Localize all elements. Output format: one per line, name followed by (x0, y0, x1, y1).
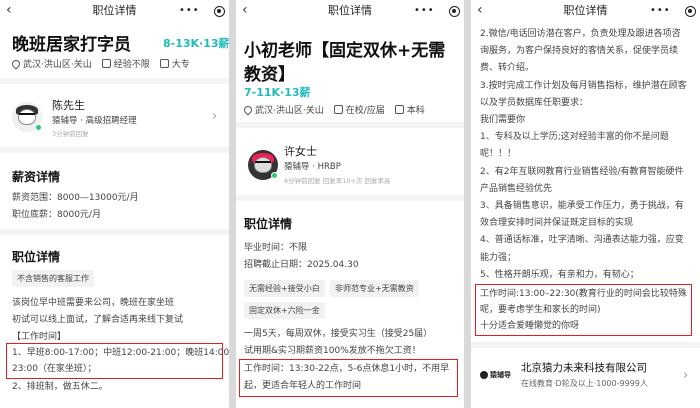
divider (0, 78, 229, 84)
nav-bar: ‹ 职位详情 ••• (0, 0, 229, 22)
salary-range-row: 薪资范围：8000—13000元/月 (12, 190, 139, 203)
desc-line: 费、转介绍。 (480, 63, 535, 74)
company-logo[interactable]: 猿辅导 (480, 369, 516, 381)
desc-line: 1、专科及以上学历;这对经验丰富的你不是问题 (480, 132, 669, 143)
salary-range-value: 8000—13000元/月 (57, 193, 139, 203)
desc-line: 能力强； (480, 252, 517, 263)
online-indicator (271, 172, 278, 179)
job-title: 晚班居家打字员 (12, 35, 131, 55)
deadline-label: 招聘截止日期： (244, 260, 308, 270)
nav-bar: ‹ 职位详情 ••• (236, 0, 464, 22)
experience-text: 在校/应届 (345, 106, 385, 116)
recruiter-name: 陈先生 (52, 99, 85, 112)
divider (0, 147, 229, 153)
recruiter-status: 3分钟前回复 (52, 130, 89, 138)
base-salary-label: 职位底薪： (12, 210, 58, 220)
graduation-label: 毕业时间： (244, 243, 290, 253)
desc-line: 2、排班制，做五休二。 (12, 382, 108, 392)
desc-line: 呢！！！ (480, 149, 517, 160)
desc-line: 一周5天，每周双休，接受实习生（接受25届） (244, 329, 433, 339)
job-detail-panel-2: ‹ 职位详情 ••• 小初老师【固定双休+无需 教资】 7-11K·13薪 武汉… (236, 0, 464, 408)
divider (0, 229, 229, 235)
deadline-value: 2025.04.30 (307, 260, 359, 270)
desc-line: 询服务，为客户保持良好的客情关系，促使学员续 (480, 46, 679, 57)
job-title: 小初老师【固定双休+无需 (244, 41, 446, 61)
salary-range: 8-13K·13薪 (163, 37, 229, 50)
education-text: 本科 (406, 106, 425, 116)
job-meta: 武汉·洪山区·关山 经验不限 大专 (10, 57, 190, 70)
job-detail-panel-1: ‹ 职位详情 ••• 晚班居家打字员 8-13K·13薪 武汉·洪山区·关山 经… (0, 0, 229, 408)
mini-program-capsule: ••• (650, 3, 696, 19)
education-text: 大专 (171, 60, 190, 70)
divider (471, 342, 700, 348)
recruiter-title: 猿辅导 · 高级招聘经理 (52, 116, 137, 126)
location-icon (242, 103, 254, 116)
close-icon[interactable] (214, 5, 225, 17)
desc-line: 该岗位早中班需要来公司，晚班在家坐班 (12, 298, 175, 308)
recruiter-status: 6分钟前回复 回复率10+次 回复率高 (284, 177, 391, 185)
desc-line: 5、性格开朗乐观，有亲和力，有韧心； (480, 269, 639, 280)
chevron-right-icon[interactable]: › (683, 368, 688, 383)
experience-icon (101, 59, 111, 68)
education-icon (394, 105, 404, 114)
work-hours-line: 十分适合爱睡懒觉的你呀 (480, 321, 580, 331)
recruiter-title: 猿辅导 · HRBP (284, 162, 341, 172)
salary-section-heading: 薪资详情 (12, 170, 61, 184)
desc-line: 以及学员数据库任职要求： (480, 97, 589, 108)
graduation-value: 不限 (289, 243, 308, 253)
more-icon[interactable]: ••• (179, 6, 200, 16)
more-icon[interactable]: ••• (414, 6, 435, 16)
mini-program-capsule: ••• (179, 3, 225, 19)
desc-line: 我们需要你 (480, 115, 526, 125)
job-tag: 不含销售的客服工作 (12, 270, 94, 287)
desc-line: 产品销售经验优先 (480, 183, 553, 194)
experience-icon (333, 105, 343, 114)
deadline-row: 招聘截止日期：2025.04.30 (244, 257, 359, 270)
desc-line: 3.按时完成工作计划及每月销售指标，维护潜在顾客 (480, 80, 687, 91)
salary-range-label: 薪资范围： (12, 193, 58, 203)
job-tag: 无需经验+接受小白 (244, 280, 325, 297)
work-hours-line: 呢，要考虑学生和家长的时间) (480, 305, 601, 315)
desc-line: 初试可以线上面试，了解合适再来线下复试 (12, 315, 184, 325)
company-info: 在线教育·D轮及以上·1000-9999人 (521, 379, 648, 388)
divider (236, 195, 464, 201)
base-salary-value: 8000元/月 (57, 210, 101, 220)
job-tag: 固定双休+六险一金 (244, 302, 325, 319)
divider (236, 122, 464, 128)
online-indicator (35, 124, 42, 131)
experience-text: 经验不限 (113, 60, 150, 70)
job-meta: 武汉·洪山区·关山 在校/应届 本科 (242, 103, 425, 116)
education-icon (159, 59, 169, 68)
location-icon (10, 57, 22, 70)
position-section-heading: 职位详情 (244, 217, 293, 231)
base-salary-row: 职位底薪：8000元/月 (12, 207, 101, 220)
location-text: 武汉·洪山区·关山 (255, 106, 324, 116)
close-icon[interactable] (685, 5, 696, 17)
highlight-box (6, 343, 223, 379)
nav-bar: ‹ 职位详情 ••• (471, 0, 700, 22)
desc-line: 试用期&实习期薪资100%发放不拖欠工资！ (244, 346, 421, 356)
company-name: 北京猿力未来科技有限公司 (521, 362, 647, 374)
desc-line: 2.微信/电话回访潜在客户，负责处理及跟进各项咨 (480, 29, 681, 39)
more-icon[interactable]: ••• (650, 6, 671, 16)
desc-line: 2、有2年互联网教育行业销售经验/有教育智能硬件 (480, 166, 684, 177)
company-logo-text: 猿辅导 (490, 371, 511, 379)
desc-line: 4、普通话标准，吐字清晰、沟通表达能力强，应变 (480, 235, 684, 246)
work-hours-line: 工作时间:13:00–22:30(教育行业的时间会比较特殊 (480, 289, 687, 299)
highlight-box (239, 359, 458, 397)
close-icon[interactable] (449, 5, 460, 17)
job-title: 教资】 (244, 65, 295, 85)
recruiter-name: 许女士 (284, 145, 317, 158)
position-section-heading: 职位详情 (12, 250, 61, 264)
job-tag: 非师范专业+无需教资 (330, 280, 419, 297)
desc-line: 效合理安排时间并保证既定目标的实现 (480, 218, 634, 229)
desc-line: 3、具备销售意识，能承受工作压力，勇于挑战，有 (480, 201, 684, 211)
graduation-row: 毕业时间：不限 (244, 240, 307, 253)
salary-range: 7-11K·13薪 (244, 86, 311, 99)
job-detail-panel-3: ‹ 职位详情 ••• 2.微信/电话回访潜在客户，负责处理及跟进各项咨 询服务，为… (471, 0, 700, 408)
chevron-right-icon[interactable]: › (212, 109, 217, 124)
mini-program-capsule: ••• (414, 3, 460, 19)
location-text: 武汉·洪山区·关山 (23, 60, 92, 70)
